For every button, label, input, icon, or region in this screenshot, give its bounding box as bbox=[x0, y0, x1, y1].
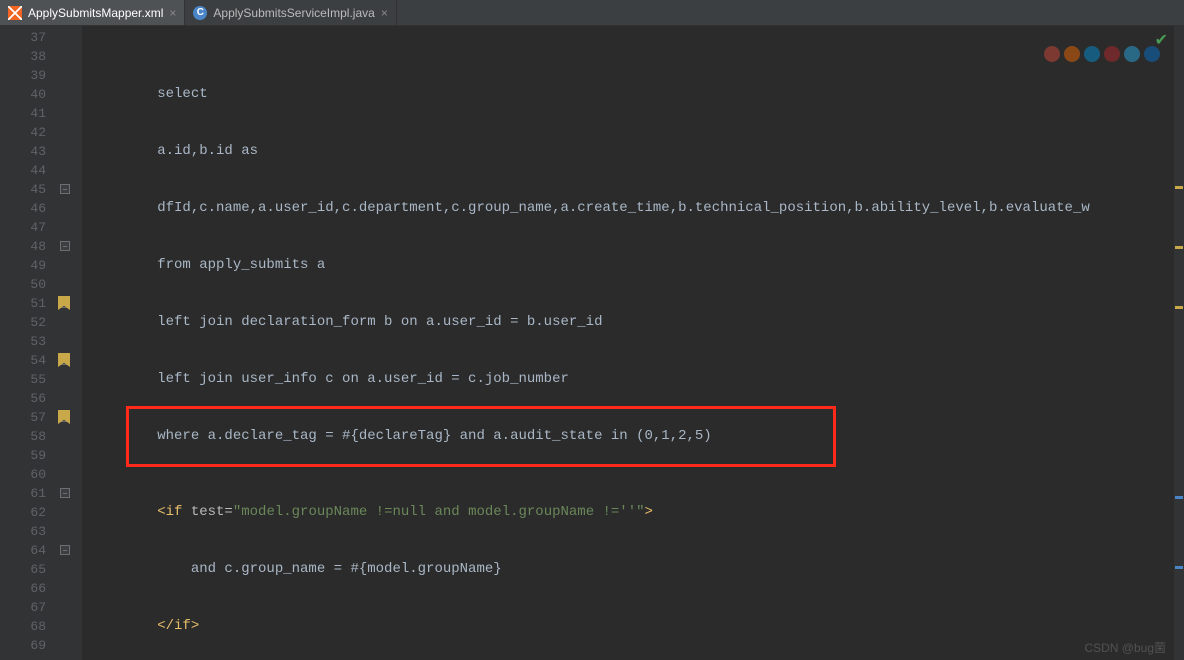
fold-toggle-icon[interactable] bbox=[60, 545, 70, 555]
fold-toggle-icon[interactable] bbox=[60, 488, 70, 498]
fold-toggle-icon[interactable] bbox=[60, 241, 70, 251]
code-text: select bbox=[90, 86, 208, 102]
line-number: 44 bbox=[0, 161, 46, 180]
tab-mapper-xml[interactable]: ApplySubmitsMapper.xml × bbox=[0, 0, 185, 25]
tab-service-impl-java[interactable]: ApplySubmitsServiceImpl.java × bbox=[185, 0, 396, 25]
close-icon[interactable]: × bbox=[381, 6, 388, 20]
open-in-browser-icons bbox=[1044, 46, 1160, 62]
line-number: 52 bbox=[0, 313, 46, 332]
line-number: 60 bbox=[0, 465, 46, 484]
code-editor[interactable]: 3738394041424344454647484950515253545556… bbox=[0, 26, 1174, 660]
fold-toggle-icon[interactable] bbox=[60, 184, 70, 194]
close-icon[interactable]: × bbox=[169, 6, 176, 20]
line-number: 64 bbox=[0, 541, 46, 560]
overview-ruler[interactable] bbox=[1174, 26, 1184, 660]
line-number: 65 bbox=[0, 560, 46, 579]
line-number: 58 bbox=[0, 427, 46, 446]
browser-icon[interactable] bbox=[1124, 46, 1140, 62]
ov-info-mark[interactable] bbox=[1175, 566, 1183, 569]
ov-info-mark[interactable] bbox=[1175, 496, 1183, 499]
java-class-icon bbox=[193, 6, 207, 20]
editor-tabbar: ApplySubmitsMapper.xml × ApplySubmitsSer… bbox=[0, 0, 1184, 26]
line-number: 48 bbox=[0, 237, 46, 256]
line-number: 57 bbox=[0, 408, 46, 427]
code-text: from apply_submits a bbox=[90, 257, 325, 273]
line-number: 38 bbox=[0, 47, 46, 66]
code-text: where a.declare_tag = #{declareTag} and … bbox=[90, 428, 712, 444]
line-number: 50 bbox=[0, 275, 46, 294]
line-number: 56 bbox=[0, 389, 46, 408]
line-number: 66 bbox=[0, 579, 46, 598]
line-number: 41 bbox=[0, 104, 46, 123]
tab-label: ApplySubmitsServiceImpl.java bbox=[213, 6, 374, 20]
line-number: 37 bbox=[0, 28, 46, 47]
line-number: 67 bbox=[0, 598, 46, 617]
line-number: 62 bbox=[0, 503, 46, 522]
xml-tag: </if> bbox=[157, 618, 199, 634]
line-number: 42 bbox=[0, 123, 46, 142]
code-text: left join declaration_form b on a.user_i… bbox=[90, 314, 602, 330]
line-number: 69 bbox=[0, 636, 46, 655]
line-number: 68 bbox=[0, 617, 46, 636]
ov-warning-mark[interactable] bbox=[1175, 246, 1183, 249]
browser-icon[interactable] bbox=[1064, 46, 1080, 62]
line-number: 49 bbox=[0, 256, 46, 275]
code-text: left join user_info c on a.user_id = c.j… bbox=[90, 371, 569, 387]
ov-warning-mark[interactable] bbox=[1175, 306, 1183, 309]
line-number: 40 bbox=[0, 85, 46, 104]
line-number: 46 bbox=[0, 199, 46, 218]
browser-icon[interactable] bbox=[1044, 46, 1060, 62]
line-number: 63 bbox=[0, 522, 46, 541]
browser-icon[interactable] bbox=[1144, 46, 1160, 62]
xml-file-icon bbox=[8, 6, 22, 20]
line-number: 45 bbox=[0, 180, 46, 199]
line-number: 53 bbox=[0, 332, 46, 351]
code-text: dfId,c.name,a.user_id,c.department,c.gro… bbox=[90, 200, 1090, 216]
line-number-gutter: 3738394041424344454647484950515253545556… bbox=[0, 26, 56, 660]
code-text: and c.group_name = #{model.groupName} bbox=[90, 561, 502, 577]
line-number: 54 bbox=[0, 351, 46, 370]
gutter-marks bbox=[56, 26, 82, 660]
line-number: 39 bbox=[0, 66, 46, 85]
browser-icon[interactable] bbox=[1084, 46, 1100, 62]
code-text: a.id,b.id as bbox=[90, 143, 258, 159]
line-number: 61 bbox=[0, 484, 46, 503]
browser-icon[interactable] bbox=[1104, 46, 1120, 62]
xml-tag: <if bbox=[157, 504, 191, 520]
ov-warning-mark[interactable] bbox=[1175, 186, 1183, 189]
watermark-text: CSDN @bug菌 bbox=[1084, 639, 1166, 656]
code-area[interactable]: select a.id,b.id as dfId,c.name,a.user_i… bbox=[82, 26, 1174, 660]
line-number: 43 bbox=[0, 142, 46, 161]
line-number: 47 bbox=[0, 218, 46, 237]
line-number: 55 bbox=[0, 370, 46, 389]
line-number: 59 bbox=[0, 446, 46, 465]
tab-label: ApplySubmitsMapper.xml bbox=[28, 6, 163, 20]
line-number: 51 bbox=[0, 294, 46, 313]
